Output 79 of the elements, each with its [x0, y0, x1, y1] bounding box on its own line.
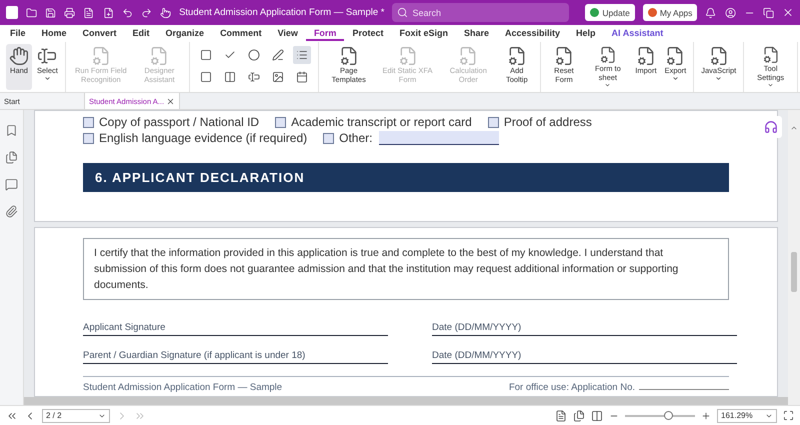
document-gear-icon[interactable] — [708, 46, 729, 66]
menu-tab[interactable]: Foxit eSign — [391, 26, 456, 40]
document-gear-icon[interactable] — [554, 46, 574, 66]
document-gear-icon[interactable] — [636, 46, 656, 66]
document-gear-icon[interactable] — [506, 46, 527, 66]
continuous-icon[interactable] — [573, 410, 585, 422]
menu-tab[interactable]: Home — [34, 26, 75, 40]
zoom-field[interactable]: 161.29% — [717, 408, 777, 422]
form-field-button[interactable] — [292, 46, 311, 64]
checklist-item[interactable]: Proof of address — [488, 115, 592, 129]
redo-icon[interactable] — [140, 6, 152, 18]
declaration-text: I certify that the information provided in this application is true and complete to the best of my knowledge. I understand that submission of this form does not guarantee admission and that the institution may request additional information or supporting documents. — [83, 238, 729, 300]
document-gear-icon[interactable] — [665, 46, 686, 66]
paperclip-icon[interactable] — [5, 205, 18, 218]
section-heading: 6. APPLICANT DECLARATION — [83, 163, 729, 192]
menu-tab[interactable]: Convert — [74, 26, 125, 40]
signature-line[interactable]: Date (DD/MM/YYYY) — [432, 350, 737, 364]
menu-tab[interactable]: Comment — [212, 26, 270, 40]
window-title: Student Admission Application Form — Sample * — [179, 7, 384, 18]
calendar-icon[interactable] — [296, 71, 308, 83]
menu-tab[interactable]: File — [2, 26, 34, 40]
document-icon[interactable] — [83, 6, 95, 18]
app-logo-icon — [6, 6, 18, 19]
pointer-icon[interactable] — [160, 6, 172, 18]
zoom-in-icon[interactable] — [701, 410, 711, 420]
search-icon[interactable] — [397, 7, 408, 18]
scroll-up-icon[interactable] — [790, 124, 798, 132]
bookmark-icon[interactable] — [5, 124, 18, 137]
footer-text: Student Admission Application Form — Sample — [83, 382, 282, 393]
signature-line[interactable]: Applicant Signature — [83, 322, 388, 336]
comment-icon[interactable] — [5, 178, 18, 191]
square-icon[interactable] — [200, 49, 212, 61]
circle-icon[interactable] — [248, 49, 260, 61]
checklist-item[interactable]: Academic transcript or report card — [275, 115, 472, 129]
signature-line[interactable]: Date (DD/MM/YYYY) — [432, 322, 737, 336]
image-icon[interactable] — [272, 71, 284, 83]
hand-icon[interactable] — [9, 46, 29, 66]
scrollbar-thumb[interactable] — [791, 252, 797, 292]
text-cursor-icon[interactable] — [37, 46, 58, 66]
menu-tab[interactable]: Protect — [344, 26, 392, 40]
checklist-item[interactable]: English language evidence (if required) — [83, 131, 308, 145]
page-number-field[interactable]: 2 / 2 — [42, 408, 110, 422]
menu-tab[interactable]: AI Assistant — [604, 26, 672, 40]
document-gear-icon[interactable] — [338, 46, 359, 66]
folder-icon[interactable] — [26, 6, 38, 18]
columns-icon[interactable] — [224, 71, 236, 83]
two-page-icon[interactable] — [591, 410, 603, 422]
other-checkbox[interactable]: Other: — [323, 131, 372, 145]
undo-icon[interactable] — [122, 6, 133, 18]
bell-icon[interactable] — [705, 6, 717, 18]
input-field[interactable] — [378, 131, 498, 145]
print-icon[interactable] — [64, 6, 76, 18]
square-icon[interactable] — [200, 71, 212, 83]
apps-button[interactable]: My Apps — [642, 4, 698, 21]
slider-thumb[interactable] — [664, 410, 674, 420]
pages-icon[interactable] — [5, 151, 18, 164]
new-document-icon[interactable] — [102, 6, 114, 18]
menu-tab[interactable]: View — [270, 26, 306, 40]
signature-line[interactable]: Parent / Guardian Signature (if applicant is under 18) — [83, 350, 388, 364]
account-icon[interactable] — [724, 6, 736, 18]
single-page-icon[interactable] — [555, 410, 567, 422]
close-icon[interactable] — [166, 96, 175, 106]
menu-tab[interactable]: Help — [568, 26, 604, 40]
menu-tab[interactable]: Share — [456, 26, 497, 40]
update-button[interactable]: Update — [585, 4, 635, 21]
checklist-item[interactable]: Copy of passport / National ID — [83, 115, 260, 129]
footer-text: For office use: Application No. — [508, 382, 729, 393]
pen-icon[interactable] — [272, 49, 284, 61]
menu-tab[interactable]: Organize — [158, 26, 212, 40]
close-icon[interactable] — [782, 6, 794, 19]
menu-tab[interactable]: Edit — [124, 26, 158, 40]
fullscreen-icon[interactable] — [783, 410, 794, 421]
scrollbar[interactable] — [24, 397, 788, 405]
restore-icon[interactable] — [762, 6, 774, 18]
menu-tab[interactable]: Accessibility — [496, 26, 568, 40]
save-icon[interactable] — [45, 6, 56, 18]
check-icon[interactable] — [224, 49, 236, 61]
search-field[interactable]: Search — [392, 3, 570, 22]
text-cursor-icon[interactable] — [248, 71, 260, 83]
